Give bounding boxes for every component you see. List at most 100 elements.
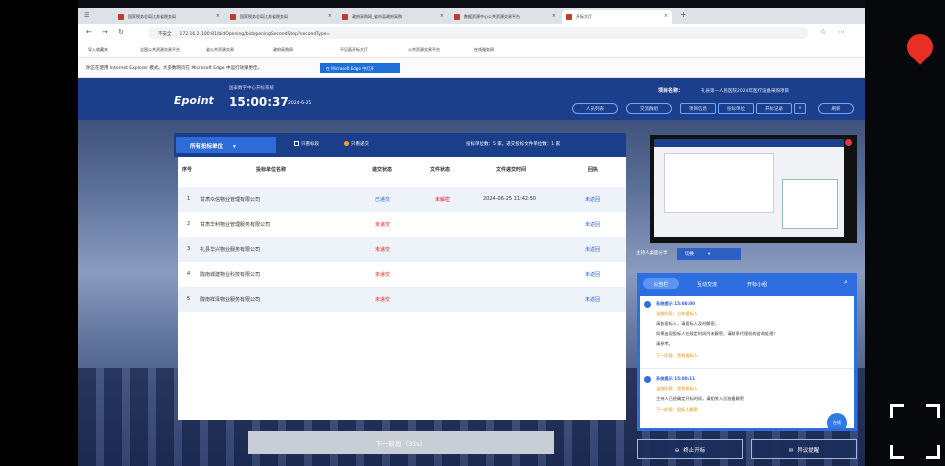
receipt-link[interactable]: 未返回 — [585, 271, 600, 278]
receipt-link[interactable]: 未返回 — [585, 221, 600, 228]
row-number: 2 — [187, 221, 191, 227]
search-icon[interactable]: ⌕ — [844, 278, 848, 287]
objection-reminder-button[interactable]: ✉ 异议提醒 — [751, 439, 857, 459]
left-black-bar — [0, 0, 78, 466]
bookmark-item[interactable]: 在线服务网 — [474, 47, 494, 53]
refresh-icon[interactable]: ↻ — [118, 29, 124, 36]
chat-groups-button[interactable]: 交流群组 — [626, 103, 672, 114]
refresh-button[interactable]: 刷新 — [818, 103, 854, 114]
bidder-name: 甘肃华利物业管理服务有限公司 — [200, 222, 271, 228]
back-icon[interactable]: ← — [86, 29, 92, 36]
app-header: Epoint 国泰数字中心开标系统 15:00:37 2024-6-25 项目名… — [78, 78, 865, 120]
shared-table-preview — [664, 153, 774, 213]
favorites-icon[interactable]: ☆ — [820, 29, 826, 36]
favicon-icon — [230, 14, 236, 20]
browser-window: ☰ 国家税务总局江苏省税务局 × 国家税务总局江苏省税务局 × 政府采购网_省市县政… — [78, 8, 865, 466]
stop-icon: ⊖ — [674, 448, 680, 454]
tab-title: 政府采购网_省市县政府采购 — [352, 14, 402, 19]
corner-bracket — [890, 404, 904, 418]
receipt-link[interactable]: 未返回 — [585, 296, 600, 303]
bookmark-item[interactable]: 省公共资源交易 — [206, 47, 234, 53]
close-tab-icon[interactable]: × — [328, 13, 332, 19]
ie-notice-text: 你正在使用 Internet Explorer 模式。大多数网页在 Micros… — [86, 66, 262, 71]
new-tab-icon[interactable]: + — [680, 11, 687, 19]
bookmark-item[interactable]: 政府采购网 — [273, 47, 293, 53]
address-bar[interactable]: 不安全 172.16.2.100:81/bidOpening/bidopening… — [148, 27, 808, 39]
shared-dialog-preview — [782, 179, 838, 229]
column-header: 序号 — [182, 167, 193, 173]
corner-bracket — [926, 445, 940, 459]
filter-label: 只看递交 — [351, 142, 369, 147]
tab-bid-group[interactable]: 开标小组 — [735, 278, 779, 289]
opening-record-button[interactable]: 开标记录 — [756, 103, 792, 114]
more-icon[interactable]: ⋯ — [838, 29, 845, 36]
browser-tab[interactable]: 国家税务总局江苏省税务局 × — [226, 10, 336, 24]
location-pin-icon[interactable] — [907, 34, 933, 60]
row-number: 3 — [187, 246, 191, 252]
bidder-name: 陇南城建物业科技有限公司 — [200, 272, 261, 278]
fullscreen-icon[interactable] — [890, 404, 940, 459]
bookmark-item[interactable]: 公共资源交易平台 — [408, 47, 440, 53]
close-tab-icon[interactable]: × — [664, 13, 668, 19]
tab-bulletin[interactable]: 公告栏 — [643, 278, 679, 289]
screen: ☰ 国家税务总局江苏省税务局 × 国家税务总局江苏省税务局 × 政府采购网_省市县政… — [0, 0, 945, 466]
stop-bid-opening-button[interactable]: ⊖ 终止开标 — [637, 439, 743, 459]
submit-time: 2024-06-25 11:42:50 — [483, 196, 537, 202]
message-divider — [640, 368, 854, 369]
close-tab-icon[interactable]: × — [216, 13, 220, 19]
button-label: 终止开标 — [683, 448, 706, 454]
bookmark-item[interactable]: 全国公共资源交易平台 — [140, 47, 180, 53]
bidder-name: 陇南祥泽物业服务有限公司 — [200, 297, 261, 303]
tab-interaction[interactable]: 互动交流 — [685, 278, 729, 289]
bidder-table: 序号 投标单位名称 递交状态 文件状态 文件递交时间 回执 1 甘肃众信物业管理… — [178, 157, 626, 420]
browser-tab[interactable]: 政府采购网_省市县政府采购 × — [338, 10, 448, 24]
bookmark-item[interactable]: 不见面开标大厅 — [340, 47, 368, 53]
receipt-link[interactable]: 未返回 — [585, 246, 600, 253]
bidders-button[interactable]: 投标单位 — [718, 103, 754, 114]
row-number: 5 — [187, 296, 191, 302]
close-tab-icon[interactable]: × — [552, 13, 556, 19]
chevron-down-icon: ▾ — [708, 252, 711, 257]
project-name: 礼县第一人民医院2024年医疗设备采购项目 — [701, 89, 789, 94]
table-row[interactable]: 2 甘肃华利物业管理服务有限公司 未递交 未返回 — [178, 212, 626, 237]
close-video-icon[interactable] — [845, 139, 852, 146]
table-row[interactable]: 1 甘肃众信物业管理有限公司 已递交 未解密 2024-06-25 11:42:… — [178, 187, 626, 212]
button-label: 异议提醒 — [797, 448, 820, 454]
message-sender: 系统提示 15:00:11 — [656, 376, 696, 381]
submit-status: 未递交 — [375, 247, 391, 253]
submit-status: 已递交 — [375, 197, 391, 203]
table-row[interactable]: 5 陇南祥泽物业服务有限公司 未递交 未返回 — [178, 287, 626, 312]
browser-tab-bar: ☰ 国家税务总局江苏省税务局 × 国家税务总局江苏省税务局 × 政府采购网_省市县政… — [78, 8, 865, 24]
filter-radio[interactable]: 只看递交 — [344, 141, 369, 147]
video-source-dropdown[interactable]: 切换 ▾ — [677, 248, 741, 260]
open-in-edge-button[interactable]: 在 Microsoft Edge 中打开 — [320, 63, 400, 73]
browser-menu-icon[interactable]: ☰ — [84, 12, 89, 19]
bookmark-item[interactable]: 导入收藏夹 — [88, 47, 108, 53]
column-header: 文件递交时间 — [496, 167, 527, 173]
next-stage-button[interactable]: 下一阶段（31s） — [248, 431, 554, 454]
forward-icon[interactable]: → — [102, 29, 108, 36]
bidder-unit-dropdown[interactable]: 所有投标单位 ▾ — [176, 137, 276, 153]
table-row[interactable]: 4 陇南城建物业科技有限公司 未递交 未返回 — [178, 262, 626, 287]
center-name: 国泰数字中心开标系统 — [229, 86, 274, 91]
project-info-button[interactable]: 项目信息 — [680, 103, 716, 114]
chevron-down-icon: ▾ — [233, 144, 236, 150]
favicon-icon — [566, 14, 572, 20]
close-filter-icon[interactable]: × — [794, 103, 806, 114]
message-line: 下一阶段：签到投标人 — [656, 353, 698, 358]
receipt-link[interactable]: 未返回 — [585, 196, 600, 203]
browser-tab[interactable]: 国家税务总局江苏省税务局 × — [114, 10, 224, 24]
radio-selected-icon — [344, 141, 349, 146]
corner-bracket — [926, 404, 940, 418]
browser-tab[interactable]: 数据资源中心公共资源交易平台 × — [450, 10, 560, 24]
online-service-button[interactable]: 在线 — [827, 413, 847, 428]
table-row[interactable]: 3 礼县华兴物业服务有限公司 未递交 未返回 — [178, 237, 626, 262]
chat-panel: 公告栏 互动交流 开标小组 ⌕ 系统提示 15:00:00 当前阶段：公布投标人… — [637, 273, 857, 431]
browser-tab-active[interactable]: 开标大厅 × — [562, 10, 672, 24]
favicon-icon — [454, 14, 460, 20]
participants-button[interactable]: 人员列表 — [572, 103, 618, 114]
filter-checkbox[interactable]: 只看标段 — [294, 141, 319, 147]
row-number: 4 — [187, 271, 191, 277]
close-tab-icon[interactable]: × — [440, 13, 444, 19]
video-share-panel[interactable] — [650, 135, 857, 243]
